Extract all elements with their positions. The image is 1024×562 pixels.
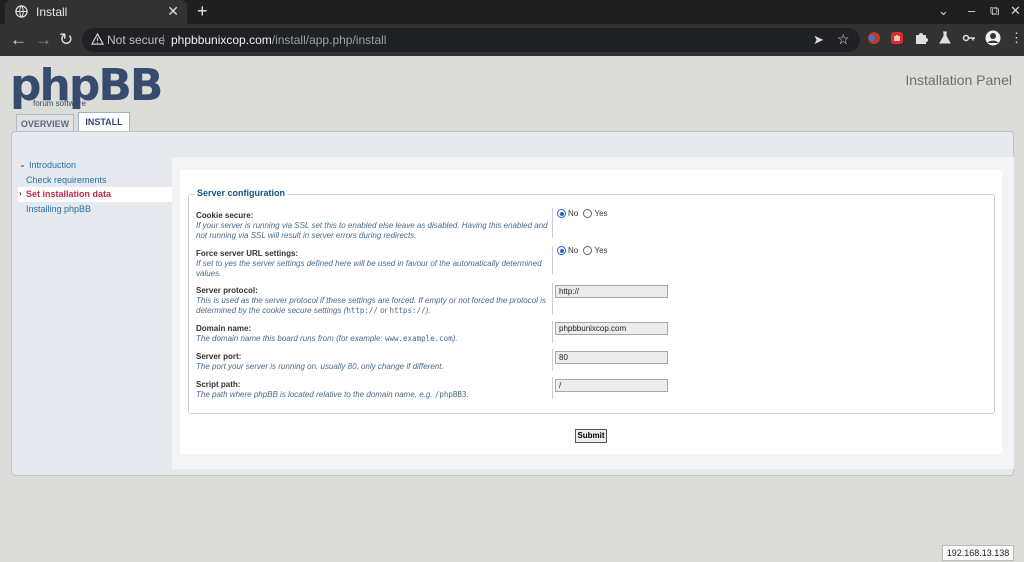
ip-address-badge: 192.168.13.138 — [942, 545, 1014, 561]
forward-button[interactable]: → — [35, 30, 52, 50]
cookie-secure-yes-radio[interactable] — [583, 209, 593, 219]
address-bar[interactable]: Not secure | phpbbunixcop.com/install/ap… — [82, 28, 860, 52]
divider — [552, 246, 553, 274]
server-port-input[interactable] — [555, 351, 668, 364]
warning-icon — [91, 33, 104, 45]
force-url-label: Force server URL settings: — [196, 249, 299, 258]
chevron-right-icon: › — [19, 189, 22, 198]
browser-tabbar: Install ✕ + ⌄ – ⧉ ✕ — [0, 0, 1024, 24]
close-window-button[interactable]: ✕ — [1010, 3, 1021, 19]
force-url-row: Force server URL settings: If set to yes… — [196, 249, 552, 278]
not-secure-label: Not secure — [107, 33, 166, 47]
submit-button[interactable]: Submit — [575, 429, 607, 443]
url-text[interactable]: phpbbunixcop.com/install/app.php/install — [171, 33, 386, 47]
maximize-button[interactable]: ⧉ — [990, 3, 999, 19]
install-menu: ⌄ Introduction Check requirements › Set … — [18, 158, 174, 216]
server-port-desc: The port your server is running on, usua… — [196, 362, 444, 371]
force-url-desc: If set to yes the server settings define… — [196, 259, 542, 278]
extension-red-icon[interactable] — [866, 30, 882, 46]
tab-overview[interactable]: OVERVIEW — [16, 114, 74, 132]
chevron-down-icon: ⌄ — [19, 160, 26, 169]
server-protocol-input[interactable] — [555, 285, 668, 298]
cookie-secure-row: Cookie secure: If your server is running… — [196, 211, 552, 240]
force-url-yes-radio[interactable] — [583, 246, 593, 256]
lab-flask-icon[interactable] — [937, 30, 953, 46]
reload-button[interactable]: ↻ — [59, 30, 73, 50]
force-url-radio-group: No Yes — [557, 246, 611, 256]
server-port-label: Server port: — [196, 352, 242, 361]
minimize-button[interactable]: – — [968, 3, 975, 18]
star-icon[interactable]: ☆ — [837, 31, 850, 48]
logo-subtitle: forum software — [33, 99, 86, 108]
tab-close-icon[interactable]: ✕ — [167, 3, 179, 20]
cookie-secure-desc: If your server is running via SSL set th… — [196, 221, 548, 240]
divider — [552, 208, 553, 238]
domain-name-row: Domain name: The domain name this board … — [196, 324, 552, 344]
script-path-desc: The path where phpBB is located relative… — [196, 390, 469, 399]
cookie-secure-radio-group: No Yes — [557, 209, 611, 219]
tab-install[interactable]: INSTALL — [78, 112, 130, 132]
tab-search-icon[interactable]: ⌄ — [938, 3, 949, 19]
domain-name-input[interactable] — [555, 322, 668, 335]
menu-item-installing-phpbb[interactable]: Installing phpBB — [18, 202, 174, 217]
phpbb-logo[interactable]: phpBB forum software — [10, 64, 163, 109]
divider — [552, 283, 553, 315]
divider: | — [162, 32, 166, 46]
script-path-label: Script path: — [196, 380, 241, 389]
profile-avatar[interactable] — [985, 30, 1001, 46]
browser-menu-icon[interactable]: ⋮ — [1010, 30, 1023, 46]
back-button[interactable]: ← — [10, 30, 27, 50]
key-icon[interactable] — [961, 30, 977, 46]
fieldset-legend: Server configuration — [195, 188, 288, 198]
domain-name-desc: The domain name this board runs from (fo… — [196, 334, 458, 343]
menu-item-set-installation-data[interactable]: › Set installation data — [18, 187, 174, 202]
server-protocol-label: Server protocol: — [196, 286, 258, 295]
domain-name-label: Domain name: — [196, 324, 252, 333]
divider — [552, 349, 553, 371]
menu-item-introduction[interactable]: ⌄ Introduction — [18, 158, 174, 173]
send-icon[interactable]: ➤ — [813, 32, 824, 48]
divider — [552, 321, 553, 343]
divider — [552, 377, 553, 399]
new-tab-button[interactable]: + — [197, 1, 208, 22]
cookie-secure-label: Cookie secure: — [196, 211, 254, 220]
tab-title: Install — [36, 5, 68, 19]
page-title: Installation Panel — [905, 72, 1012, 88]
force-url-no-radio[interactable] — [557, 246, 566, 256]
menu-item-check-requirements[interactable]: Check requirements — [18, 173, 174, 188]
server-protocol-row: Server protocol: This is used as the ser… — [196, 286, 552, 315]
cookie-secure-no-radio[interactable] — [557, 209, 566, 219]
script-path-input[interactable] — [555, 379, 668, 392]
script-path-row: Script path: The path where phpBB is loc… — [196, 380, 552, 400]
globe-icon — [15, 5, 28, 18]
extension-hand-icon[interactable] — [889, 30, 905, 46]
browser-tab[interactable]: Install ✕ — [5, 0, 187, 24]
extensions-puzzle-icon[interactable] — [913, 30, 929, 46]
server-port-row: Server port: The port your server is run… — [196, 352, 552, 372]
server-protocol-desc: This is used as the server protocol if t… — [196, 296, 546, 315]
